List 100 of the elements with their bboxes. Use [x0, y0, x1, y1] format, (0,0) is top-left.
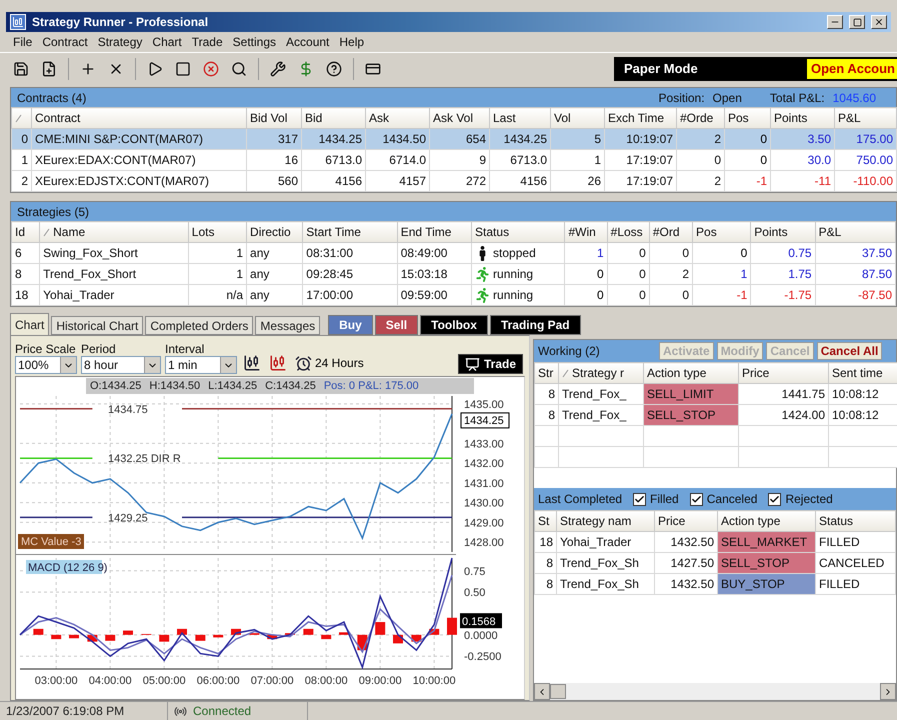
menu-item[interactable]: Help: [334, 35, 370, 49]
column-header[interactable]: Action type: [718, 510, 816, 532]
column-header[interactable]: Lots: [188, 222, 247, 242]
table-row[interactable]: 1 XEurex:EDAX:CONT(MAR07) 16 6713.0 6714.0 9 6713.0 1 17:19:07 0 0 30.0 750.00: [12, 150, 896, 170]
column-header[interactable]: #Win: [564, 222, 608, 242]
column-header[interactable]: Contract: [32, 108, 246, 128]
column-header[interactable]: Price: [654, 510, 718, 532]
column-header[interactable]: Bid Vol: [246, 108, 302, 128]
filter-checkbox[interactable]: Filled: [633, 492, 679, 506]
tab[interactable]: Historical Chart: [51, 316, 144, 335]
column-header[interactable]: #Orde: [676, 108, 724, 128]
table-cell: XEurex:EDJSTX:CONT(MAR07): [32, 170, 246, 192]
column-header[interactable]: Ask Vol: [430, 108, 490, 128]
level-label: 1432.25 DIR R: [108, 453, 181, 466]
checkbox[interactable]: [768, 492, 782, 506]
table-cell: 0: [607, 284, 650, 306]
tab[interactable]: Messages: [255, 316, 320, 335]
table-row[interactable]: 8 Trend_Fox_Sh 1432.50 BUY_STOP FILLED: [534, 574, 896, 594]
column-header[interactable]: Name: [40, 222, 188, 242]
action-button[interactable]: Trading Pad: [490, 315, 581, 335]
maximize-button[interactable]: [849, 15, 865, 29]
column-header[interactable]: Str: [534, 362, 558, 384]
column-header[interactable]: P&L: [815, 222, 896, 242]
column-header[interactable]: End Time: [397, 222, 472, 242]
close-button[interactable]: [871, 15, 887, 29]
column-header[interactable]: #Loss: [607, 222, 650, 242]
menu-item[interactable]: Chart: [147, 35, 187, 49]
column-header[interactable]: Pos: [692, 222, 751, 242]
column-header[interactable]: Exch Time: [604, 108, 676, 128]
column-header[interactable]: Last: [490, 108, 550, 128]
ohlc-bar: O:1434.25 H:1434.50 L:1434.25 C:1434.25 Pos: 0 P&L: 175.00: [86, 378, 474, 394]
table-row[interactable]: 8 Trend_Fox_Sh 1427.50 SELL_STOP CANCELED: [534, 552, 896, 574]
dropdown[interactable]: 1 min: [165, 356, 237, 374]
column-header[interactable]: #Ord: [649, 222, 693, 242]
checkbox[interactable]: [690, 492, 703, 506]
column-header[interactable]: Status: [472, 222, 565, 242]
dropdown[interactable]: 8 hour: [81, 356, 161, 374]
column-header[interactable]: P&L: [834, 108, 896, 128]
order-button[interactable]: Cancel All: [816, 342, 882, 360]
alarm-clock-icon: [295, 354, 312, 372]
horizontal-scrollbar[interactable]: [534, 683, 896, 700]
action-button[interactable]: Sell: [374, 315, 418, 335]
checkbox[interactable]: [633, 492, 646, 506]
column-header[interactable]: Directio: [246, 222, 303, 242]
trade-button[interactable]: Trade: [458, 354, 523, 374]
table-row[interactable]: 0 CME:MINI S&P:CONT(MAR07) 317 1434.25 1434.50 654 1434.25 5 10:19:07 2 0 3.50 175.00: [12, 128, 896, 150]
bar: [33, 628, 44, 635]
column-header[interactable]: Id: [12, 222, 40, 242]
column-header[interactable]: Strategy r: [558, 362, 644, 384]
column-header[interactable]: Points: [750, 222, 816, 242]
table-cell: 17:19:07: [604, 170, 676, 192]
scroll-thumb[interactable]: [550, 684, 566, 699]
table-row[interactable]: 8 Trend_Fox_ SELL_STOP 1424.00 10:08:12: [534, 404, 897, 426]
column-header[interactable]: Points: [770, 108, 834, 128]
column-header[interactable]: Action type: [644, 362, 738, 384]
column-header[interactable]: Strategy nam: [556, 510, 654, 532]
action-button[interactable]: Buy: [328, 315, 373, 335]
column-header[interactable]: Ask: [366, 108, 430, 128]
table-row[interactable]: 2 XEurex:EDJSTX:CONT(MAR07) 560 4156 4157 272 4156 26 17:19:07 2 -1 -11 -110.00: [12, 170, 896, 192]
minimize-button[interactable]: [827, 15, 843, 29]
menu-item[interactable]: Strategy: [92, 35, 148, 49]
filter-checkbox[interactable]: Canceled: [690, 492, 758, 506]
column-header[interactable]: Price: [738, 362, 828, 384]
tab[interactable]: Completed Orders: [145, 316, 254, 335]
filter-checkbox[interactable]: Rejected: [768, 492, 833, 506]
bar: [195, 634, 206, 641]
section-title: Strategies (5): [17, 204, 90, 218]
table-row[interactable]: 6 Swing_Fox_Short 1 any 08:31:00 08:49:00 stopped 1 0 0 0 0.75 37.50: [12, 242, 896, 264]
menu-item[interactable]: Trade: [186, 35, 228, 49]
column-header[interactable]: Bid: [302, 108, 366, 128]
action-button[interactable]: Toolbox: [420, 315, 488, 335]
axis-label: 07:00:00: [250, 675, 294, 687]
tab[interactable]: Chart: [10, 313, 50, 335]
table-row[interactable]: 18 Yohai_Trader 1432.50 SELL_MARKET FILLED: [534, 532, 896, 552]
hours-button[interactable]: 24 Hours: [293, 352, 366, 374]
scroll-right-button[interactable]: [880, 683, 896, 700]
column-header[interactable]: Start Time: [302, 222, 398, 242]
table-row[interactable]: 8 Trend_Fox_Short 1 any 09:28:45 15:03:18 running 0 0 2 1 1.75 87.50: [12, 264, 896, 284]
play-icon: [147, 60, 163, 76]
table-cell: 0: [649, 284, 693, 306]
menu-item[interactable]: Account: [281, 35, 334, 49]
column-header[interactable]: Sent time: [828, 362, 897, 384]
column-header[interactable]: Vol: [550, 108, 604, 128]
table-cell: 560: [246, 170, 302, 192]
dropdown[interactable]: 100%: [15, 356, 77, 374]
table-row[interactable]: 8 Trend_Fox_ SELL_LIMIT 1441.75 10:08:12: [534, 384, 897, 404]
column-header[interactable]: Pos: [724, 108, 770, 128]
check-icon: [690, 494, 702, 504]
menu-item[interactable]: File: [8, 35, 38, 49]
column-header[interactable]: Status: [816, 510, 896, 532]
menu-item[interactable]: Settings: [228, 35, 282, 49]
axis-label: 1428.00: [464, 537, 504, 550]
column-header[interactable]: St: [534, 510, 556, 532]
indicator-label: MACD (12 26 9): [26, 560, 108, 574]
open-account-button[interactable]: Open Accoun: [806, 58, 897, 78]
table-cell: 18: [12, 284, 40, 306]
scroll-left-button[interactable]: [534, 683, 550, 700]
menu-item[interactable]: Contract: [37, 35, 93, 49]
table-row[interactable]: 18 Yohai_Trader n/a any 17:00:00 09:59:00 running 0 0 0 -1 -1.75 -87.50: [12, 284, 896, 306]
maximize-icon: [852, 18, 862, 26]
